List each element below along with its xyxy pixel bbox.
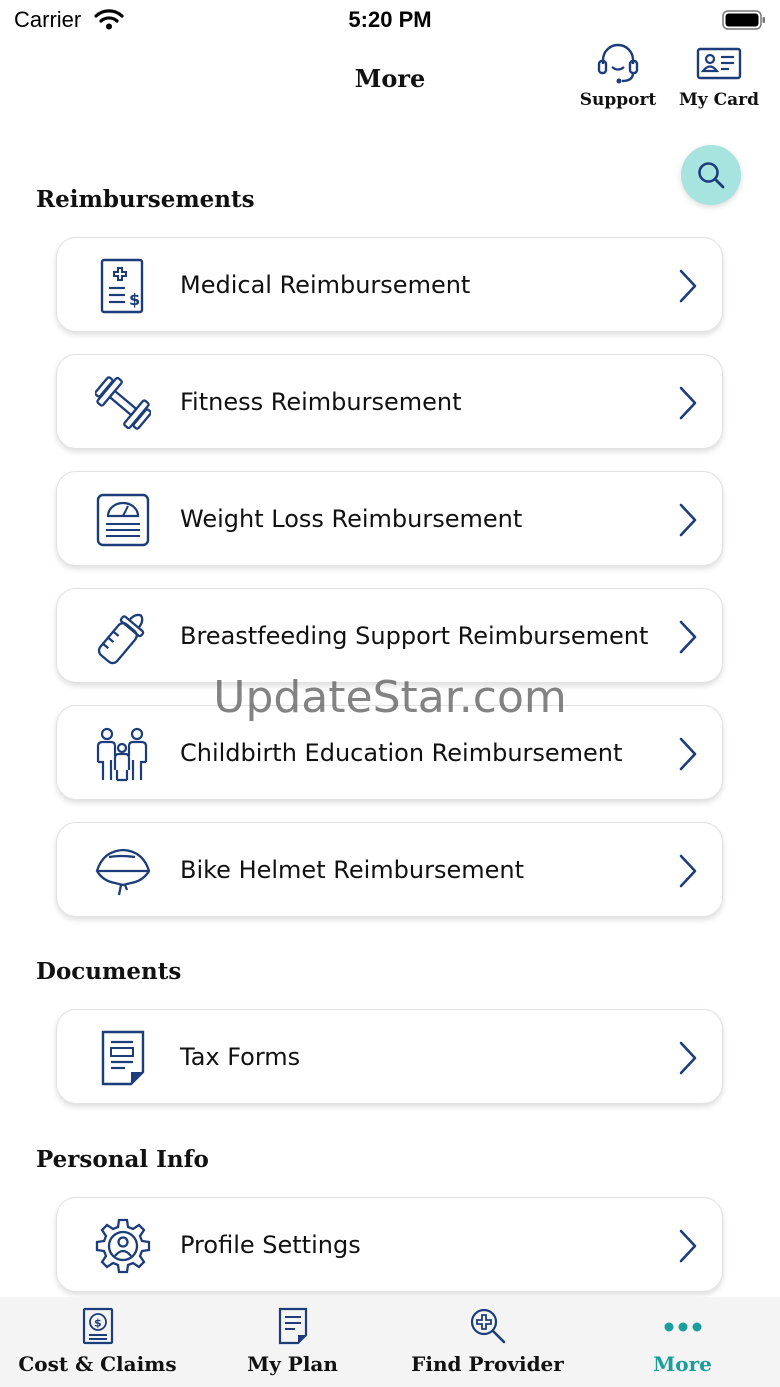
tax-forms-label: Tax Forms bbox=[180, 1043, 301, 1071]
childbirth-reimbursement-label: Childbirth Education Reimbursement bbox=[180, 739, 623, 767]
page-title: More bbox=[354, 64, 426, 93]
chevron-right-icon bbox=[679, 1229, 697, 1263]
tab-more[interactable]: More bbox=[585, 1297, 780, 1387]
tax-forms-item[interactable]: Tax Forms bbox=[56, 1009, 723, 1104]
chevron-right-icon bbox=[679, 737, 697, 771]
svg-text:$: $ bbox=[129, 290, 140, 309]
tab-more-label: More bbox=[653, 1352, 712, 1376]
status-bar: Carrier 5:20 PM bbox=[0, 0, 780, 40]
weight-loss-reimbursement-label: Weight Loss Reimbursement bbox=[180, 505, 523, 533]
find-provider-icon bbox=[470, 1308, 505, 1344]
profile-settings-label: Profile Settings bbox=[180, 1231, 361, 1259]
medical-bill-icon: $ bbox=[100, 258, 144, 314]
breastfeeding-reimbursement-label: Breastfeeding Support Reimbursement bbox=[180, 622, 649, 650]
profile-gear-icon bbox=[95, 1218, 151, 1274]
scale-icon bbox=[96, 493, 150, 547]
tab-find-provider-label: Find Provider bbox=[411, 1352, 564, 1376]
support-label: Support bbox=[579, 90, 657, 110]
battery-icon bbox=[722, 10, 765, 30]
plan-icon bbox=[278, 1307, 307, 1345]
status-time: 5:20 PM bbox=[348, 7, 432, 32]
bottom-tab-bar: $ Cost & Claims My Plan Find Provider Mo bbox=[0, 1297, 780, 1387]
family-icon bbox=[96, 727, 148, 782]
section-title-documents: Documents bbox=[36, 958, 182, 985]
bike-helmet-reimbursement-item[interactable]: Bike Helmet Reimbursement bbox=[56, 822, 723, 917]
tab-my-plan[interactable]: My Plan bbox=[195, 1297, 390, 1387]
tab-find-provider[interactable]: Find Provider bbox=[390, 1297, 585, 1387]
search-icon bbox=[698, 162, 725, 189]
chevron-right-icon bbox=[679, 1041, 697, 1075]
support-button[interactable]: Support bbox=[573, 40, 663, 110]
search-button[interactable] bbox=[681, 145, 741, 205]
headset-icon bbox=[597, 43, 639, 84]
document-icon bbox=[101, 1030, 145, 1086]
profile-settings-item[interactable]: Profile Settings bbox=[56, 1197, 723, 1292]
medical-reimbursement-label: Medical Reimbursement bbox=[180, 271, 471, 299]
medical-reimbursement-item[interactable]: $ Medical Reimbursement bbox=[56, 237, 723, 332]
svg-text:$: $ bbox=[94, 1317, 102, 1330]
id-card-icon bbox=[696, 47, 742, 80]
fitness-reimbursement-item[interactable]: Fitness Reimbursement bbox=[56, 354, 723, 449]
chevron-right-icon bbox=[679, 503, 697, 537]
baby-bottle-icon bbox=[97, 613, 145, 665]
tab-my-plan-label: My Plan bbox=[247, 1352, 338, 1376]
section-title-reimbursements: Reimbursements bbox=[36, 186, 255, 213]
claims-icon: $ bbox=[82, 1307, 113, 1345]
tab-cost-claims[interactable]: $ Cost & Claims bbox=[0, 1297, 195, 1387]
weight-loss-reimbursement-item[interactable]: Weight Loss Reimbursement bbox=[56, 471, 723, 566]
tab-cost-claims-label: Cost & Claims bbox=[18, 1352, 177, 1376]
section-title-personal-info: Personal Info bbox=[36, 1146, 209, 1173]
more-dots-icon bbox=[664, 1322, 701, 1332]
bike-helmet-reimbursement-label: Bike Helmet Reimbursement bbox=[180, 856, 524, 884]
chevron-right-icon bbox=[679, 854, 697, 888]
my-card-label: My Card bbox=[678, 90, 759, 110]
chevron-right-icon bbox=[679, 386, 697, 420]
my-card-button[interactable]: My Card bbox=[674, 40, 764, 110]
chevron-right-icon bbox=[679, 620, 697, 654]
childbirth-reimbursement-item[interactable]: Childbirth Education Reimbursement bbox=[56, 705, 723, 800]
fitness-reimbursement-label: Fitness Reimbursement bbox=[180, 388, 462, 416]
dumbbell-icon bbox=[95, 376, 151, 430]
chevron-right-icon bbox=[679, 269, 697, 303]
helmet-icon bbox=[95, 848, 151, 896]
breastfeeding-reimbursement-item[interactable]: Breastfeeding Support Reimbursement bbox=[56, 588, 723, 683]
